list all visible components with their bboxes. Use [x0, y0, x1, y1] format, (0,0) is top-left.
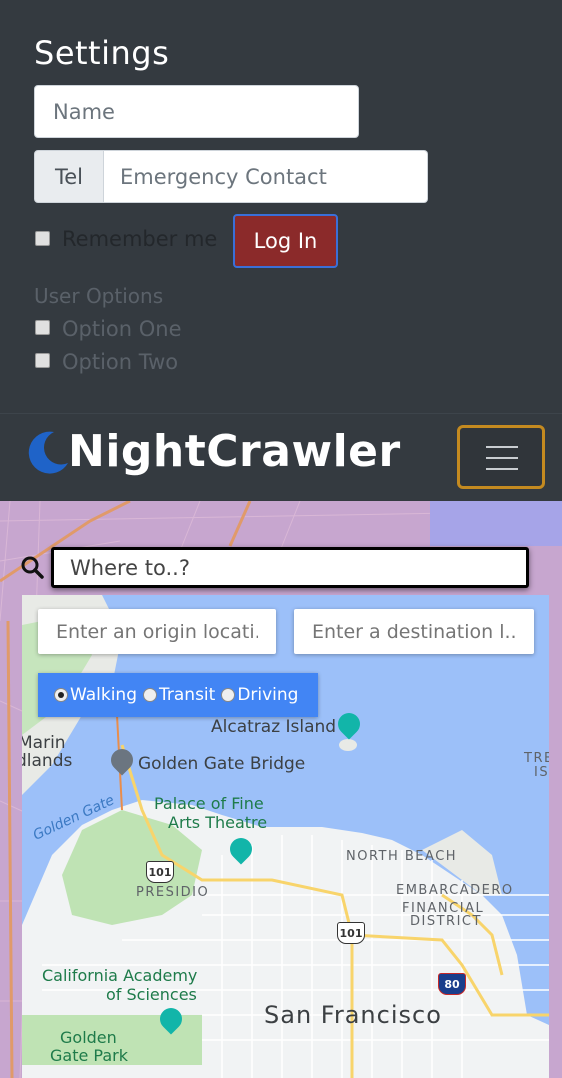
travel-mode-selector: Walking Transit Driving	[38, 673, 318, 717]
settings-title: Settings	[34, 34, 170, 72]
hamburger-menu-icon-bar	[486, 468, 518, 470]
golden-gate-bridge-label: Golden Gate Bridge	[138, 754, 306, 774]
name-input[interactable]	[34, 85, 359, 138]
emergency-contact-input[interactable]	[104, 150, 428, 203]
option-two-label: Option Two	[62, 350, 179, 374]
district-label: DISTRICT	[410, 914, 482, 929]
palace-fine-arts-label-2: Arts Theatre	[168, 813, 268, 832]
hamburger-menu-icon	[486, 446, 518, 448]
navbar: NightCrawler	[0, 413, 562, 501]
option-two-checkbox[interactable]	[35, 353, 50, 368]
presidio-label: PRESIDIO	[136, 885, 210, 900]
login-button[interactable]: Log In	[233, 214, 338, 268]
destination-input[interactable]	[294, 609, 534, 654]
settings-panel: Settings Tel Remember me Log In User Opt…	[0, 0, 562, 413]
user-options-heading: User Options	[34, 284, 164, 308]
google-map[interactable]: Walking Transit Driving Alcatraz Island …	[22, 595, 549, 1078]
north-beach-label: NORTH BEACH	[346, 849, 458, 864]
driving-radio[interactable]	[221, 688, 236, 702]
origin-input[interactable]	[38, 609, 276, 654]
remember-me-checkbox[interactable]	[35, 231, 50, 246]
map-section: Walking Transit Driving Alcatraz Island …	[0, 501, 562, 1078]
san-francisco-label: San Francisco	[264, 1001, 442, 1029]
marin-headlands-label: dlands	[22, 751, 73, 771]
academy-label-2: of Sciences	[106, 985, 197, 1004]
hamburger-menu-icon-bar	[486, 457, 518, 459]
driving-label: Driving	[237, 685, 299, 705]
route-101-shield: 101	[146, 861, 174, 883]
transit-radio[interactable]	[143, 688, 157, 702]
academy-label: California Academy	[42, 966, 198, 985]
tel-prefix-label: Tel	[34, 150, 104, 203]
golden-gate-park-label: Golden	[60, 1028, 117, 1047]
treasure-island-label-2: IS	[534, 765, 549, 780]
emergency-contact-group: Tel	[34, 150, 428, 203]
golden-gate-park-label-2: Gate Park	[50, 1046, 128, 1065]
treasure-island-label: TRE	[524, 751, 549, 766]
transit-label: Transit	[159, 685, 216, 705]
route-80-shield: 80	[438, 973, 466, 995]
alcatraz-label: Alcatraz Island	[211, 717, 337, 737]
option-one-checkbox[interactable]	[35, 320, 50, 335]
remember-me-label: Remember me	[62, 227, 218, 251]
option-one-label: Option One	[62, 317, 182, 341]
route-101-shield-2: 101	[337, 922, 365, 944]
palace-fine-arts-label: Palace of Fine	[154, 794, 264, 813]
moon-icon	[28, 431, 68, 474]
destination-search-input[interactable]	[51, 547, 529, 588]
marin-label: Marin	[22, 733, 66, 753]
embarcadero-label: EMBARCADERO	[396, 883, 514, 898]
menu-toggle-button[interactable]	[457, 425, 545, 489]
walking-label: Walking	[70, 685, 137, 705]
walking-radio[interactable]	[54, 688, 68, 702]
search-icon	[21, 556, 44, 579]
brand-name[interactable]: NightCrawler	[68, 426, 401, 477]
